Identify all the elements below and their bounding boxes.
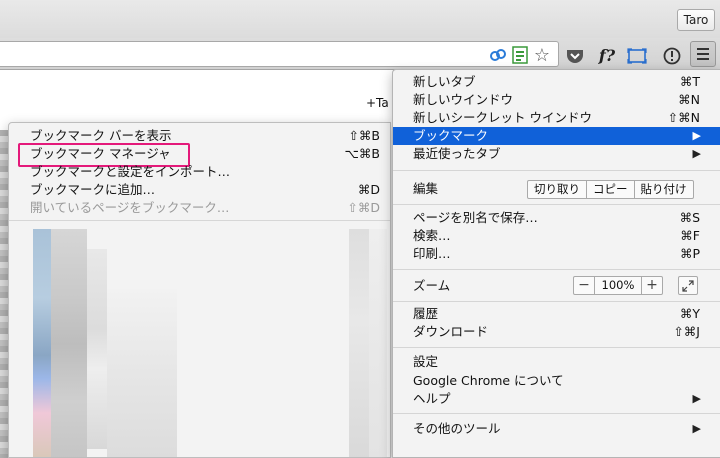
submenu-arrow-icon: ▶ [692, 422, 701, 435]
menu-settings[interactable]: 設定 [393, 353, 720, 371]
menu-bookmarks[interactable]: ブックマーク ▶ [393, 127, 720, 145]
menu-separator [393, 170, 720, 171]
cut-button[interactable]: 切り取り [528, 181, 587, 198]
window-titlebar: Taro [0, 0, 720, 38]
menu-separator [393, 347, 720, 348]
link-icon[interactable] [489, 47, 507, 63]
pocket-icon[interactable] [565, 47, 585, 65]
bookmarks-submenu: ブックマーク バーを表示 ⇧⌘B ブックマーク マネージャ ⌥⌘B ブックマーク… [8, 122, 391, 458]
page-tab-fragment: +Ta [366, 96, 389, 110]
submenu-arrow-icon: ▶ [692, 129, 701, 142]
edit-button-group: 切り取り コピー 貼り付け [527, 180, 694, 199]
profile-button[interactable]: Taro [677, 9, 715, 31]
address-bar[interactable]: ☆ [0, 41, 559, 67]
menu-separator [393, 413, 720, 414]
zoom-out-button[interactable]: − [574, 277, 594, 294]
menu-separator [393, 269, 720, 270]
zoom-in-button[interactable]: + [642, 277, 662, 294]
menu-print[interactable]: 印刷… ⌘P [393, 245, 720, 263]
menu-downloads[interactable]: ダウンロード ⇧⌘J [393, 323, 720, 341]
bookmark-open-pages-item: 開いているページをブックマーク… ⇧⌘D [30, 200, 380, 215]
add-bookmark-item[interactable]: ブックマークに追加… ⌘D [9, 181, 390, 199]
menu-new-tab[interactable]: 新しいタブ ⌘T [393, 73, 720, 91]
blurred-bookmark-list [19, 229, 387, 457]
menu-find[interactable]: 検索… ⌘F [393, 227, 720, 245]
zoom-level: 100% [594, 277, 642, 294]
menu-new-incognito-window[interactable]: 新しいシークレット ウインドウ ⇧⌘N [393, 109, 720, 127]
info-icon[interactable] [662, 46, 682, 66]
import-bookmarks-item[interactable]: ブックマークと設定をインポート… [9, 163, 390, 181]
menu-separator [393, 204, 720, 205]
menu-recent-tabs[interactable]: 最近使ったタブ ▶ [393, 145, 720, 163]
screen-icon[interactable] [627, 47, 647, 64]
menu-edit-row: 編集 切り取り コピー 貼り付け [393, 179, 720, 199]
zoom-controls: − 100% + [573, 276, 663, 295]
hamburger-menu-icon[interactable] [690, 41, 716, 67]
menu-about-chrome[interactable]: Google Chrome について [393, 372, 720, 390]
menu-separator [393, 301, 720, 302]
sheet-icon[interactable] [511, 46, 529, 64]
page-thumbnail-strip [0, 130, 8, 458]
fullscreen-icon[interactable] [678, 276, 698, 295]
menu-history[interactable]: 履歴 ⌘Y [393, 305, 720, 323]
star-icon[interactable]: ☆ [532, 45, 552, 66]
fquery-icon[interactable]: f? [596, 44, 618, 66]
submenu-arrow-icon: ▶ [692, 392, 701, 405]
menu-save-page-as[interactable]: ページを別名で保存… ⌘S [393, 209, 720, 227]
browser-toolbar: ☆ f? [0, 38, 720, 70]
submenu-separator [9, 220, 390, 221]
menu-more-tools[interactable]: その他のツール ▶ [393, 420, 720, 438]
menu-zoom-row: ズーム − 100% + [393, 275, 720, 295]
menu-new-window[interactable]: 新しいウインドウ ⌘N [393, 91, 720, 109]
chrome-main-menu: 新しいタブ ⌘T 新しいウインドウ ⌘N 新しいシークレット ウインドウ ⇧⌘N… [392, 69, 720, 458]
menu-help[interactable]: ヘルプ ▶ [393, 390, 720, 408]
copy-button[interactable]: コピー [587, 181, 635, 198]
submenu-arrow-icon: ▶ [692, 147, 701, 160]
paste-button[interactable]: 貼り付け [635, 181, 693, 198]
